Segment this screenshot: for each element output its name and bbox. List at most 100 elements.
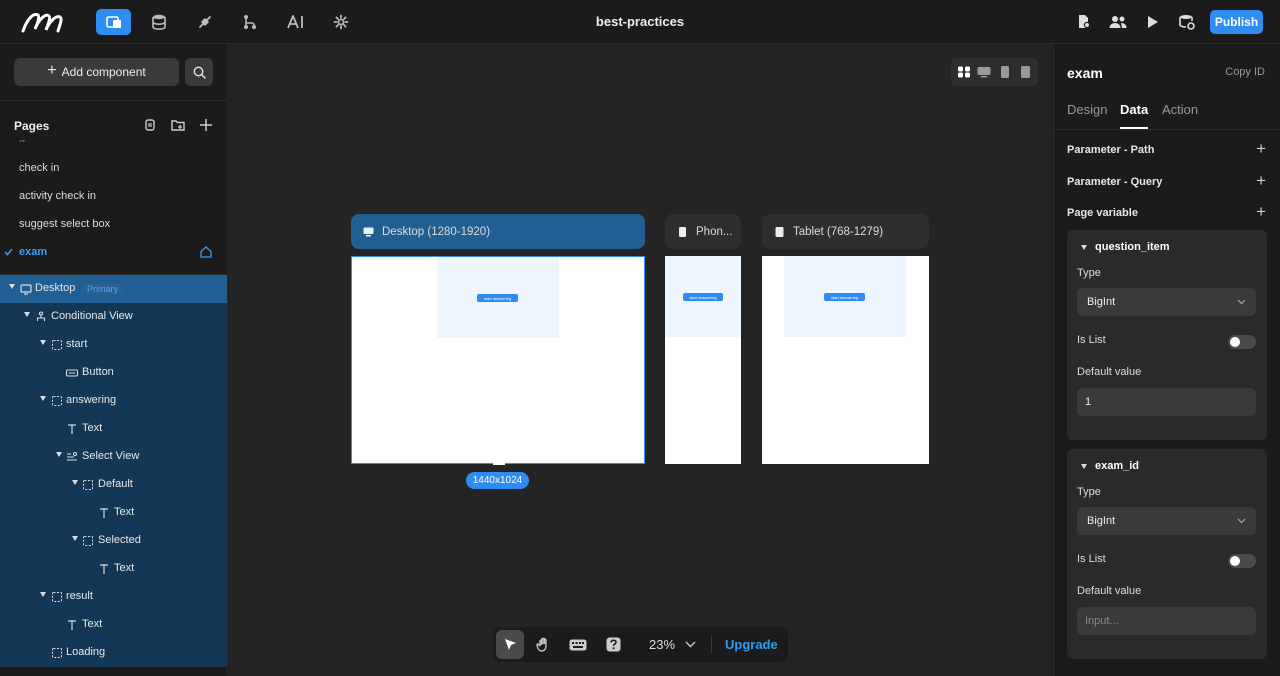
frame-phone[interactable]: start answering: [665, 256, 741, 464]
chevron-down-icon: [1237, 299, 1246, 305]
tree-item-desktop[interactable]: Desktop Primary: [0, 275, 227, 303]
container-icon: [52, 396, 62, 406]
add-folder-icon[interactable]: [171, 118, 185, 132]
tree-item-selected[interactable]: Selected: [0, 527, 227, 555]
tab-data[interactable]: Data: [1120, 102, 1148, 117]
tablet-icon[interactable]: [998, 66, 1012, 78]
chevron-down-icon[interactable]: [40, 396, 46, 401]
tree-item-text[interactable]: Text: [0, 611, 227, 639]
keyboard-shortcuts-button[interactable]: [564, 630, 592, 659]
api-tab-button[interactable]: [187, 9, 222, 35]
properties-panel: exam Copy ID Design Data Action Paramete…: [1053, 44, 1280, 676]
chevron-down-icon[interactable]: [56, 452, 62, 457]
page-item-check-in[interactable]: check in: [19, 162, 59, 174]
copy-id-button[interactable]: Copy ID: [1225, 66, 1265, 78]
ai-tab-button[interactable]: [278, 9, 313, 35]
phone-icon[interactable]: [1018, 66, 1032, 78]
chevron-down-icon[interactable]: [40, 592, 46, 597]
tree-item-select-view[interactable]: Select View: [0, 443, 227, 471]
tab-design[interactable]: Design: [1067, 102, 1107, 117]
tree-item-label: Text: [82, 618, 103, 630]
hand-tool-button[interactable]: [530, 630, 558, 659]
tree-item-start[interactable]: start: [0, 331, 227, 359]
app-logo[interactable]: [20, 9, 66, 35]
add-page-icon[interactable]: [199, 118, 213, 132]
chevron-down-icon[interactable]: [685, 637, 696, 651]
tree-item-default[interactable]: Default: [0, 471, 227, 499]
is-list-toggle[interactable]: [1228, 554, 1256, 568]
tree-item-text[interactable]: Text: [0, 415, 227, 443]
start-container[interactable]: start answering: [784, 256, 906, 337]
tree-item-answering[interactable]: answering: [0, 387, 227, 415]
select-tool-button[interactable]: [496, 630, 524, 659]
frame-desktop[interactable]: start answering: [351, 256, 645, 464]
resize-handle[interactable]: [493, 463, 505, 465]
workflow-tab-button[interactable]: [232, 9, 267, 35]
settings-tab-button[interactable]: [323, 9, 358, 35]
tree-item-label: Default: [98, 478, 133, 490]
tree-item-loading[interactable]: Loading: [0, 639, 227, 667]
add-component-button[interactable]: + Add component: [14, 58, 179, 86]
tree-item-result[interactable]: result: [0, 583, 227, 611]
tree-item-conditional-view[interactable]: Conditional View: [0, 303, 227, 331]
zoom-level[interactable]: 23%: [649, 637, 675, 652]
design-canvas[interactable]: Desktop (1280-1920) start answering 1440…: [229, 44, 1052, 676]
page-item-activity-check-in[interactable]: activity check in: [19, 190, 96, 202]
chevron-down-icon[interactable]: [72, 480, 78, 485]
preview-button[interactable]: [1135, 9, 1170, 35]
tree-item-label: answering: [66, 394, 117, 406]
page-item-exam[interactable]: exam: [19, 246, 47, 258]
plus-icon: +: [47, 62, 57, 79]
tree-item-label: Selected: [98, 534, 141, 546]
tree-item-button[interactable]: Button: [0, 359, 227, 387]
pages-tab-button[interactable]: [96, 9, 131, 35]
type-select[interactable]: BigInt: [1077, 288, 1256, 316]
variable-header[interactable]: exam_id: [1081, 460, 1139, 472]
type-select[interactable]: BigInt: [1077, 507, 1256, 535]
publish-button[interactable]: Publish: [1210, 10, 1263, 34]
variable-header[interactable]: question_item: [1081, 241, 1170, 253]
tree-item-text[interactable]: Text: [0, 499, 227, 527]
default-value-input[interactable]: [1077, 388, 1256, 416]
start-answering-button[interactable]: start answering: [824, 293, 865, 301]
page-settings-button[interactable]: [1066, 9, 1101, 35]
frame-header-tablet[interactable]: Tablet (768-1279): [762, 214, 929, 249]
frame-tablet[interactable]: start answering: [762, 256, 929, 464]
page-item-suggest-select-box[interactable]: suggest select box: [19, 218, 110, 230]
all-devices-icon[interactable]: [957, 66, 971, 78]
collaborators-button[interactable]: [1100, 9, 1135, 35]
search-button[interactable]: [185, 58, 213, 86]
start-answering-button[interactable]: start answering: [683, 293, 723, 301]
frame-label: Phon...: [696, 225, 733, 238]
start-container[interactable]: start answering: [437, 257, 559, 338]
component-tree: Desktop Primary Conditional View start B…: [0, 275, 227, 667]
upgrade-link[interactable]: Upgrade: [725, 637, 778, 652]
default-value-input[interactable]: [1077, 607, 1256, 635]
add-page-variable-icon[interactable]: +: [1256, 202, 1266, 222]
chevron-down-icon[interactable]: [40, 340, 46, 345]
home-page-icon[interactable]: [200, 246, 212, 258]
database-tab-button[interactable]: [141, 9, 176, 35]
chevron-down-icon[interactable]: [24, 312, 30, 317]
container-icon: [52, 340, 62, 350]
device-switcher: [951, 58, 1038, 86]
phone-icon: [679, 226, 686, 237]
add-query-parameter-icon[interactable]: +: [1256, 171, 1266, 191]
is-list-toggle[interactable]: [1228, 335, 1256, 349]
frame-header-phone[interactable]: Phon...: [665, 214, 741, 249]
database-settings-button[interactable]: [1169, 9, 1204, 35]
tab-action[interactable]: Action: [1162, 102, 1198, 117]
chevron-down-icon[interactable]: [72, 536, 78, 541]
start-answering-button[interactable]: start answering: [477, 294, 518, 302]
tree-item-text[interactable]: Text: [0, 555, 227, 583]
desktop-icon[interactable]: [977, 66, 991, 78]
chevron-down-icon[interactable]: [9, 284, 15, 289]
pages-section-title: Pages: [14, 119, 50, 133]
frame-header-desktop[interactable]: Desktop (1280-1920): [351, 214, 645, 249]
start-container[interactable]: start answering: [665, 256, 741, 337]
frame-size-badge: 1440x1024: [466, 472, 529, 489]
help-button[interactable]: [599, 630, 627, 659]
chevron-down-icon: [1237, 518, 1246, 524]
page-order-icon[interactable]: [143, 118, 157, 132]
add-path-parameter-icon[interactable]: +: [1256, 139, 1266, 159]
